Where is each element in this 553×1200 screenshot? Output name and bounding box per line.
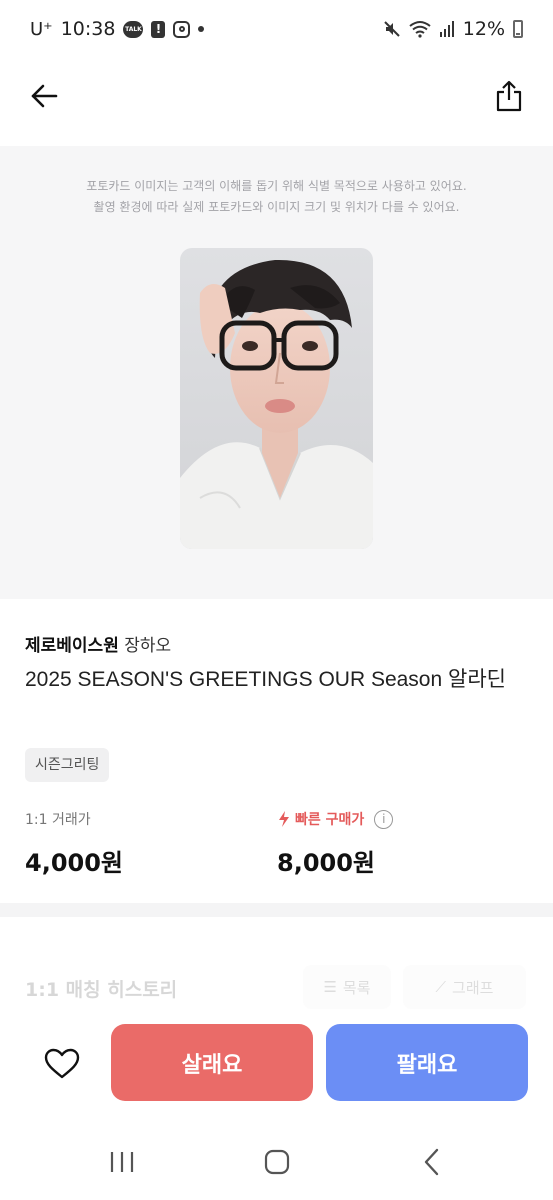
trade-price-block: 1:1 거래가 4,000원 [25,809,123,878]
mute-icon [384,21,400,37]
lightning-icon [279,811,289,827]
back-button[interactable] [22,74,66,118]
quick-buy-label-row: 빠른 구매가 i [277,809,394,829]
member-name: 장하오 [124,636,172,656]
wifi-icon [409,21,431,38]
history-list-button[interactable]: ☰ 목록 [303,965,391,1009]
instagram-icon [173,20,191,38]
quick-buy-label: 빠른 구매가 [295,812,365,828]
quick-buy-price-value: 8,000원 [277,849,375,877]
quick-buy-price-block: 빠른 구매가 i 8,000원 [277,809,394,878]
sell-button[interactable]: 팔래요 [326,1024,528,1101]
image-notice-line2: 촬영 환경에 따라 실제 포토카드와 이미지 크기 및 위치가 다를 수 있어요… [93,200,460,214]
photocard-portrait-illustration [180,248,373,549]
history-graph-label: 그래프 [452,978,494,997]
list-icon: ☰ [323,978,337,996]
more-notifications-icon [198,26,205,32]
signal-icon [439,21,454,37]
section-divider [0,903,553,917]
group-name[interactable]: 제로베이스원 [25,636,119,656]
category-tag[interactable]: 시즌그리팅 [25,748,110,782]
status-bar: U⁺ 10:38 TALK ! 12% [0,0,553,58]
artist-line: 제로베이스원 장하오 [25,631,171,656]
trade-price-value: 4,000원 [25,849,123,877]
history-graph-button[interactable]: ⟋ 그래프 [403,965,526,1009]
recent-apps-button[interactable] [97,1142,147,1182]
status-right: 12% [383,18,523,40]
photocard-image[interactable] [180,248,373,549]
kakaotalk-icon: TALK [123,20,144,38]
image-notice-line1: 포토카드 이미지는 고객의 이해를 돕기 위해 식별 목적으로 사용하고 있어요… [86,179,467,193]
status-left: U⁺ 10:38 TALK ! [30,18,205,40]
matching-history-section: 1:1 매칭 히스토리 ☰ 목록 ⟋ 그래프 [0,917,553,1037]
share-icon [496,80,522,112]
alert-icon: ! [151,20,166,38]
heart-icon [44,1048,80,1079]
history-list-label: 목록 [342,978,371,997]
wishlist-button[interactable] [40,1042,84,1086]
bottom-action-bar: 살래요 팔래요 [0,1024,553,1120]
history-title: 1:1 매칭 히스토리 [25,979,178,1001]
chevron-left-icon [424,1148,439,1176]
battery-icon [513,20,523,38]
system-back-button[interactable] [407,1142,457,1182]
info-icon[interactable]: i [374,809,394,829]
top-app-bar [0,58,553,146]
share-button[interactable] [487,74,531,118]
carrier-label: U⁺ [30,18,53,40]
image-notice: 포토카드 이미지는 고객의 이해를 돕기 위해 식별 목적으로 사용하고 있어요… [0,176,553,218]
home-button[interactable] [252,1142,302,1182]
recent-apps-icon [110,1152,134,1172]
clock: 10:38 [60,18,116,40]
product-info: 제로베이스원 장하오 2025 SEASON'S GREETINGS OUR S… [0,599,553,903]
product-title: 2025 SEASON'S GREETINGS OUR Season 알라딘 [25,668,506,691]
trade-price-label: 1:1 거래가 [25,812,91,828]
system-nav-bar [0,1120,553,1200]
buy-button[interactable]: 살래요 [111,1024,313,1101]
photocard-image-area: 포토카드 이미지는 고객의 이해를 돕기 위해 식별 목적으로 사용하고 있어요… [0,146,553,599]
arrow-left-icon [31,84,58,108]
battery-percent: 12% [462,18,505,40]
chart-icon: ⟋ [435,978,447,996]
home-icon [264,1149,290,1175]
